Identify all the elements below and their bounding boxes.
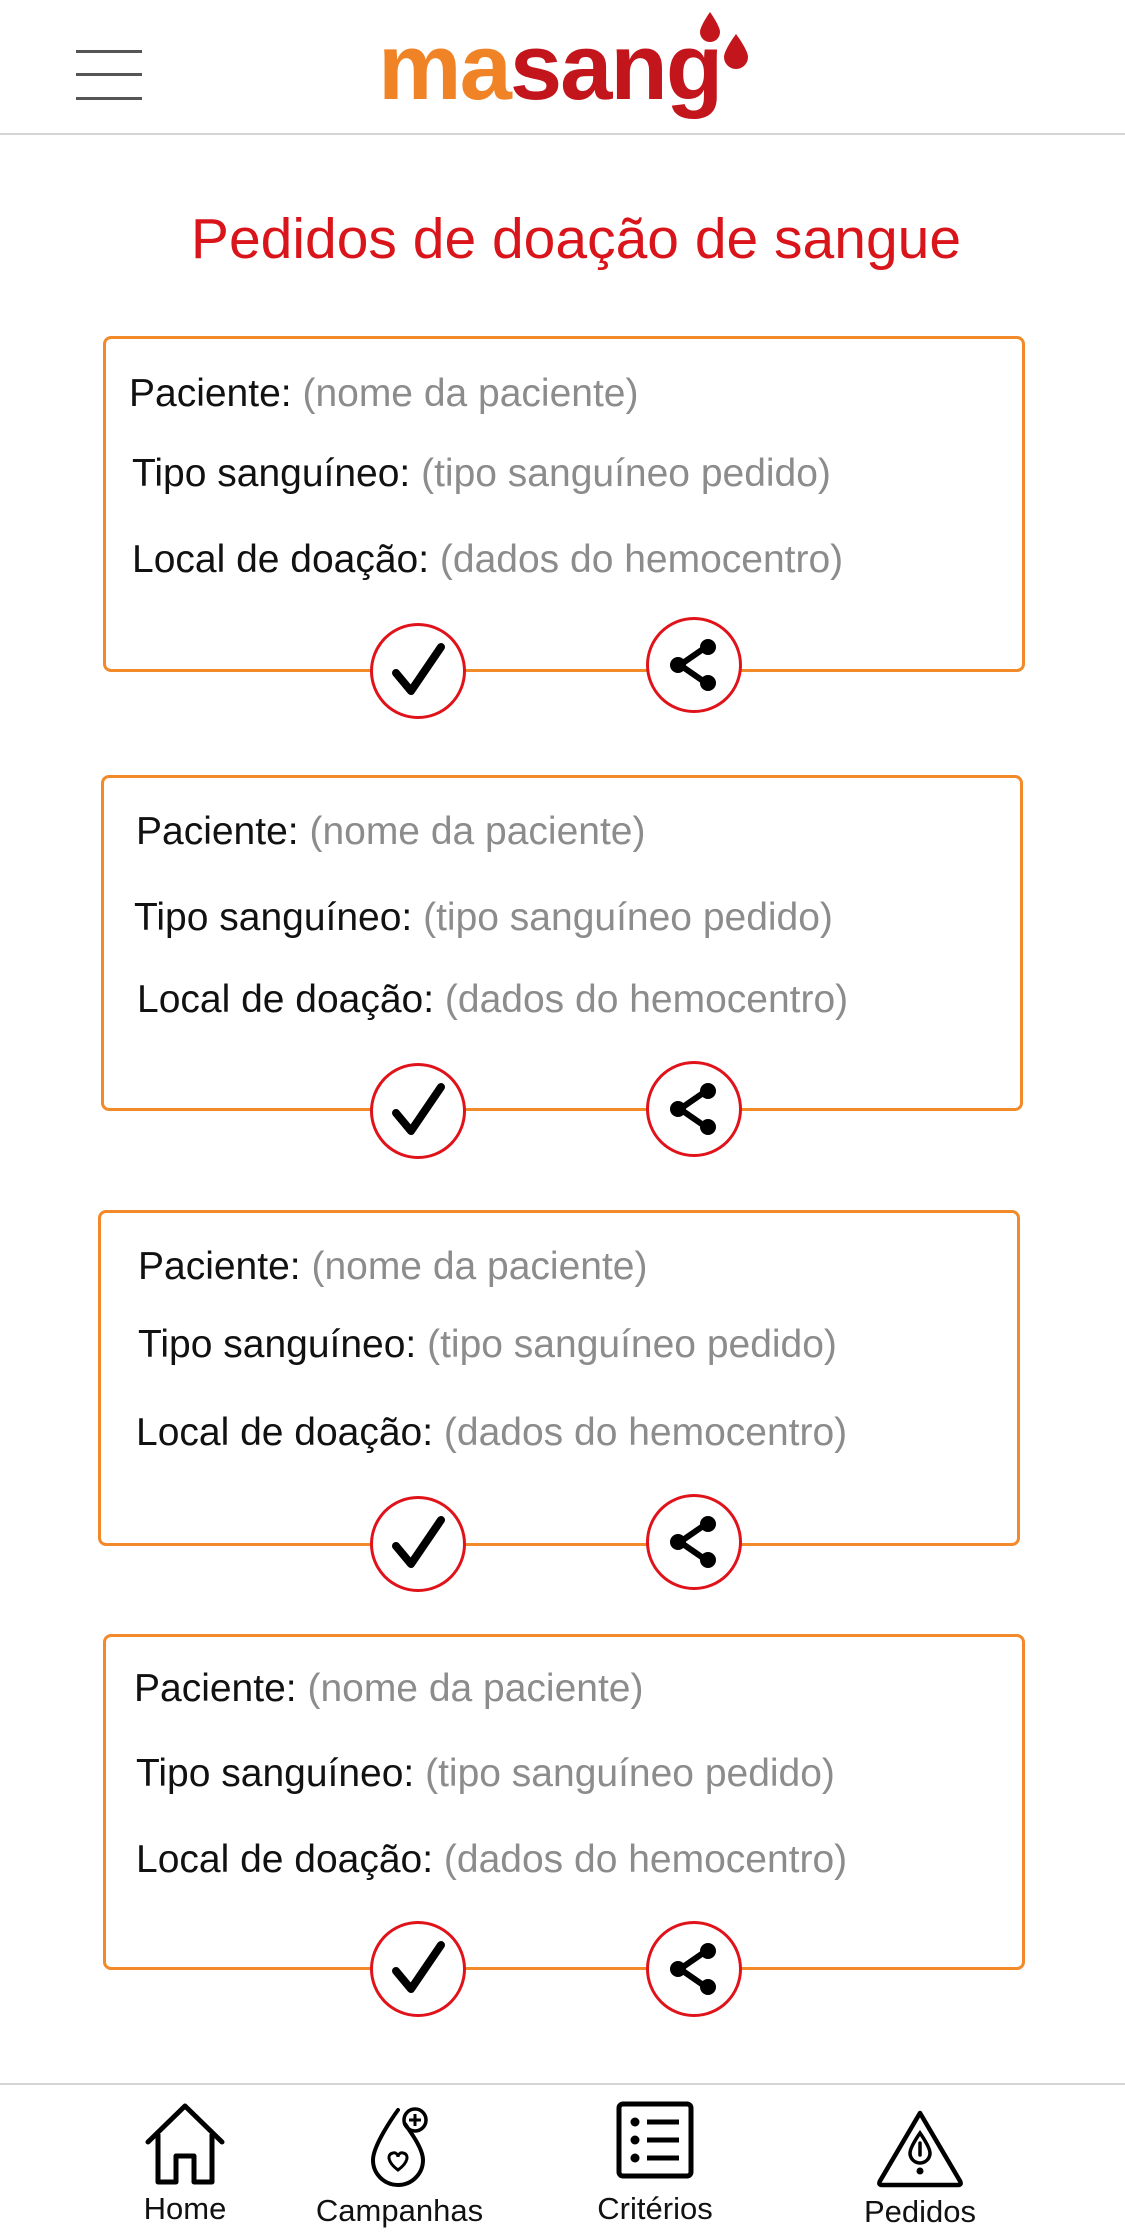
donation-request-card: Paciente: (nome da paciente) Tipo sanguí… [98,1210,1020,1546]
logo-text-sang: sang [509,14,723,119]
blood-drop-heart-icon [370,2107,428,2187]
blood-type-label: Tipo sanguíneo: [132,452,411,495]
location-label: Local de doação: [136,1411,434,1454]
patient-value: (nome da paciente) [311,1245,648,1288]
location-field: Local de doação: (dados do hemocentro) [132,538,843,582]
nav-label-criterios: Critérios [597,2191,713,2226]
patient-field: Paciente: (nome da paciente) [136,810,646,854]
location-value: (dados do hemocentro) [439,538,844,581]
location-field: Local de doação: (dados do hemocentro) [137,978,848,1022]
patient-value: (nome da paciente) [302,372,639,415]
checklist-icon [616,2101,694,2179]
location-label: Local de doação: [137,978,435,1021]
checkmark-icon [392,643,445,695]
location-label: Local de doação: [136,1838,434,1881]
location-field: Local de doação: (dados do hemocentro) [136,1838,847,1882]
patient-label: Paciente: [134,1667,297,1710]
share-icon [670,639,716,691]
confirm-button[interactable] [370,1496,466,1592]
share-icon [670,1943,716,1995]
patient-field: Paciente: (nome da paciente) [138,1245,648,1289]
location-value: (dados do hemocentro) [444,978,849,1021]
share-icon [670,1083,716,1135]
nav-item-home[interactable]: Home [130,2100,240,2227]
location-value: (dados do hemocentro) [443,1838,848,1881]
blood-type-label: Tipo sanguíneo: [138,1323,417,1366]
share-button[interactable] [646,1494,742,1590]
nav-item-campanhas[interactable]: Campanhas [312,2100,487,2229]
logo-text-ma: ma [378,14,512,119]
donation-request-card: Paciente: (nome da paciente) Tipo sanguí… [103,1634,1025,1970]
nav-label-pedidos: Pedidos [863,2194,977,2229]
nav-item-criterios[interactable]: Critérios [590,2100,720,2227]
share-button[interactable] [646,1921,742,2017]
location-value: (dados do hemocentro) [443,1411,848,1454]
donation-request-card: Paciente: (nome da paciente) Tipo sanguí… [101,775,1023,1111]
location-label: Local de doação: [132,538,430,581]
confirm-button[interactable] [370,623,466,719]
share-button[interactable] [646,617,742,713]
confirm-button[interactable] [370,1063,466,1159]
nav-label-home: Home [143,2191,227,2226]
confirm-button[interactable] [370,1921,466,2017]
blood-type-label: Tipo sanguíneo: [134,896,413,939]
checkmark-icon [392,1516,445,1568]
blood-type-value: (tipo sanguíneo pedido) [427,1323,837,1366]
blood-type-field: Tipo sanguíneo: (tipo sanguíneo pedido) [138,1323,837,1367]
blood-type-value: (tipo sanguíneo pedido) [425,1752,835,1795]
checkmark-icon [392,1083,445,1135]
share-icon [670,1516,716,1568]
blood-type-value: (tipo sanguíneo pedido) [421,452,831,495]
nav-item-pedidos[interactable]: Pedidos [858,2107,982,2230]
patient-label: Paciente: [129,372,292,415]
patient-label: Paciente: [136,810,299,853]
patient-label: Paciente: [138,1245,301,1288]
patient-value: (nome da paciente) [307,1667,644,1710]
page-title: Pedidos de doação de sangue [190,207,962,271]
warning-drop-icon [877,2110,963,2188]
patient-field: Paciente: (nome da paciente) [129,372,639,416]
checkmark-icon [392,1941,445,1993]
app-logo: masang [378,12,748,122]
blood-type-field: Tipo sanguíneo: (tipo sanguíneo pedido) [132,452,831,496]
bottom-navigation: Home Campanhas Critérios Pedidos [0,2083,1125,2238]
home-icon [145,2103,225,2185]
location-field: Local de doação: (dados do hemocentro) [136,1411,847,1455]
blood-type-field: Tipo sanguíneo: (tipo sanguíneo pedido) [136,1752,835,1796]
app-header: masang [0,0,1125,135]
nav-label-campanhas: Campanhas [315,2193,484,2228]
share-button[interactable] [646,1061,742,1157]
blood-type-value: (tipo sanguíneo pedido) [423,896,833,939]
blood-drops-icon [700,12,748,69]
patient-field: Paciente: (nome da paciente) [134,1667,644,1711]
menu-line [76,73,142,76]
menu-line [76,50,142,53]
menu-line [76,97,142,100]
blood-type-label: Tipo sanguíneo: [136,1752,415,1795]
hamburger-menu-icon[interactable] [72,46,146,104]
blood-type-field: Tipo sanguíneo: (tipo sanguíneo pedido) [134,896,833,940]
patient-value: (nome da paciente) [309,810,646,853]
donation-request-card: Paciente: (nome da paciente) Tipo sanguí… [103,336,1025,672]
